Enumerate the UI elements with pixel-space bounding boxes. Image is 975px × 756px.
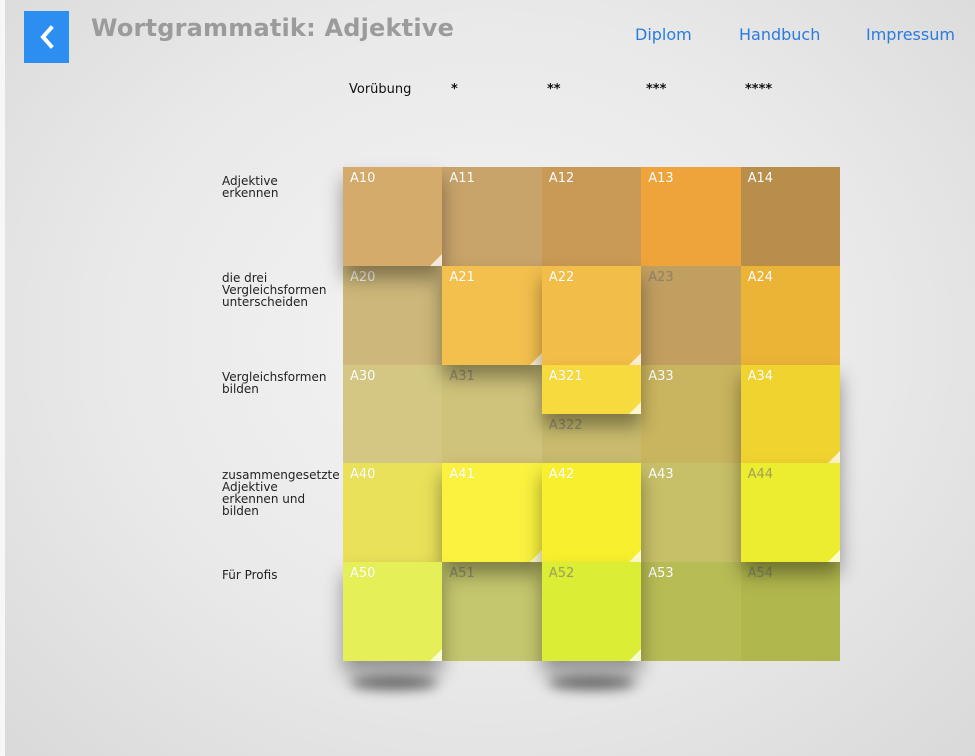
tile-code: A44	[747, 467, 774, 483]
level-1-star: *	[451, 82, 458, 97]
tile-code: A51	[449, 566, 475, 582]
row-label-profis: Für Profis	[222, 568, 278, 582]
row-label-zusammengesetzt: zusammengesetzte Adjektive erkennen und …	[222, 468, 340, 518]
tile-a43[interactable]: A43	[641, 463, 741, 563]
tile-a42[interactable]: A42	[541, 463, 642, 563]
tile-code: A43	[648, 467, 674, 483]
tile-a51[interactable]: A51	[442, 562, 542, 661]
tile-a20[interactable]: A20	[343, 265, 443, 365]
page-curl-icon	[629, 550, 642, 563]
row-label-unterscheiden: die drei Vergleichsformen unterscheiden	[222, 271, 327, 309]
tile-code: A23	[648, 269, 674, 285]
nav-handbuch[interactable]: Handbuch	[739, 25, 820, 44]
tile-code: A41	[449, 467, 475, 483]
tile-a40[interactable]: A40	[343, 463, 443, 563]
tile-code: A322	[548, 418, 583, 433]
tile-shadow	[548, 676, 636, 690]
tile-code: A321	[548, 368, 583, 384]
page-curl-icon	[529, 550, 542, 563]
tile-a14[interactable]: A14	[740, 167, 840, 266]
tile-a33[interactable]: A33	[641, 364, 741, 464]
page-curl-icon	[430, 648, 443, 661]
exercise-grid: A10 A11 A12 A13 A14 A20 A21 A22 A23 A24 A30 A31 A321…	[343, 167, 840, 661]
tile-code: A14	[747, 171, 774, 186]
page-curl-icon	[430, 253, 443, 266]
level-4-star: ****	[745, 82, 773, 97]
row-label-erkennen: Adjektive erkennen	[222, 174, 279, 200]
page-curl-icon	[529, 352, 542, 365]
tile-a30[interactable]: A30	[343, 364, 443, 464]
page-curl-icon	[827, 550, 840, 563]
row-label-bilden: Vergleichsformen bilden	[222, 370, 327, 396]
tile-a24[interactable]: A24	[740, 265, 840, 365]
tile-code: A33	[648, 368, 674, 384]
tile-code: A53	[648, 566, 674, 582]
tile-code: A42	[548, 467, 575, 483]
tile-a21[interactable]: A21	[442, 265, 542, 365]
tile-a322[interactable]: A322	[541, 414, 642, 464]
tile-a10[interactable]: A10	[343, 167, 443, 266]
tile-a13[interactable]: A13	[641, 167, 741, 266]
tile-a44[interactable]: A44	[740, 463, 840, 563]
level-2-star: **	[547, 82, 561, 97]
back-button[interactable]	[24, 11, 69, 63]
page-curl-icon	[827, 451, 840, 464]
tile-a50[interactable]: A50	[343, 562, 443, 661]
tile-a12[interactable]: A12	[541, 167, 642, 266]
tile-a31[interactable]: A31	[442, 364, 542, 464]
level-vorubung: Vorübung	[349, 82, 412, 97]
tile-code: A54	[747, 566, 774, 582]
page-curl-icon	[629, 352, 642, 365]
tile-code: A24	[747, 269, 774, 285]
tile-code: A22	[548, 269, 575, 285]
tile-code: A31	[449, 368, 475, 384]
nav-impressum[interactable]: Impressum	[866, 25, 955, 44]
tile-a11[interactable]: A11	[442, 167, 542, 266]
tile-code: A11	[449, 171, 475, 186]
tile-code: A34	[747, 368, 774, 384]
tile-code: A10	[350, 171, 376, 186]
page-curl-icon	[629, 648, 642, 661]
tile-a34[interactable]: A34	[740, 364, 840, 464]
page-edge	[0, 0, 5, 756]
tile-a41[interactable]: A41	[442, 463, 542, 563]
tile-a23[interactable]: A23	[641, 265, 741, 365]
level-3-star: ***	[646, 82, 667, 97]
tile-code: A50	[350, 566, 376, 582]
tile-shadow	[350, 676, 438, 690]
tile-a321[interactable]: A321	[541, 364, 642, 414]
tile-code: A40	[350, 467, 376, 483]
tile-a53[interactable]: A53	[641, 562, 741, 661]
tile-code: A21	[449, 269, 475, 285]
tile-code: A30	[350, 368, 376, 384]
page-curl-icon	[629, 401, 642, 414]
tile-code: A52	[548, 566, 575, 582]
nav-diplom[interactable]: Diplom	[635, 25, 692, 44]
tile-a54[interactable]: A54	[740, 562, 840, 661]
tile-code: A20	[350, 269, 376, 285]
chevron-left-icon	[39, 25, 54, 49]
page-title: Wortgrammatik: Adjektive	[91, 14, 455, 42]
tile-code: A12	[548, 171, 575, 186]
tile-a22[interactable]: A22	[541, 265, 642, 365]
tile-a52[interactable]: A52	[541, 562, 642, 661]
tile-code: A13	[648, 171, 674, 186]
